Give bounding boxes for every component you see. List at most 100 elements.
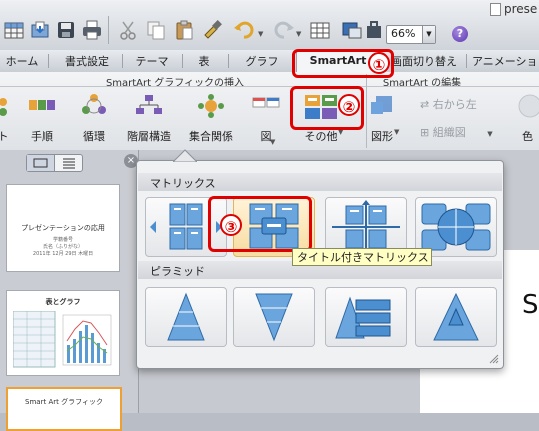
zoom-select[interactable]: 66% ▼	[386, 25, 436, 44]
tab-divider	[122, 54, 123, 68]
tab-transitions[interactable]: 画面切り替え	[386, 52, 462, 71]
tab-animations[interactable]: アニメーショ	[472, 52, 539, 71]
print-icon[interactable]	[80, 18, 104, 42]
slide-thumbnail-3[interactable]: Smart Art グラフィック	[6, 387, 122, 431]
tab-themes[interactable]: テーマ	[128, 52, 176, 71]
arrows-icon: ⇄	[420, 98, 433, 111]
tab-charts[interactable]: グラフ	[236, 52, 288, 71]
hierarchy-icon	[135, 94, 163, 118]
slide-3-title: Smart Art グラフィック	[25, 398, 103, 406]
tab-divider	[228, 54, 229, 68]
ribbon-rule	[0, 86, 539, 87]
color-wheel-icon	[514, 94, 539, 118]
inverted-pyramid-thumbnail	[255, 293, 293, 342]
chevron-down-icon: ▼	[270, 138, 276, 146]
tab-divider	[182, 54, 183, 68]
tab-format[interactable]: 書式設定	[56, 52, 118, 71]
process-icon	[28, 94, 56, 118]
document-title-text: prese	[504, 2, 538, 16]
cycle-button[interactable]: 循環	[74, 94, 114, 144]
slide-thumbnail-2[interactable]: 表とグラフ	[6, 290, 120, 376]
right-to-left-button[interactable]: ⇄ 右から左	[420, 96, 477, 112]
shape-button[interactable]: 図形 ▼	[364, 94, 400, 144]
basic-pyramid-layout[interactable]	[145, 287, 227, 347]
slides-view-icon[interactable]	[27, 155, 55, 171]
picture-icon	[252, 94, 280, 118]
resize-grip-icon[interactable]	[489, 354, 499, 364]
pyramid-list-layout[interactable]	[325, 287, 407, 347]
relationship-button-label: 集合関係	[189, 130, 233, 143]
cycle-icon	[80, 94, 108, 118]
copy-icon[interactable]	[144, 18, 168, 42]
annotation-marker-1: ①	[368, 52, 390, 74]
chevron-down-icon: ▼	[394, 128, 400, 136]
picture-button[interactable]: 図 ▼	[248, 94, 284, 146]
slide-1-title: プレゼンテーションの応用	[21, 224, 105, 232]
slide-1-sub3: 2011年 12月 29日 木曜日	[32, 251, 94, 257]
slide-2-title: 表とグラフ	[45, 298, 81, 306]
relationship-button[interactable]: 集合関係	[186, 94, 236, 144]
file-icon	[490, 3, 501, 16]
redo-icon[interactable]	[272, 18, 296, 42]
org-chart-label: 組織図	[432, 126, 466, 139]
list-button[interactable]: ト	[0, 94, 20, 144]
org-chart-icon: ⊞	[420, 126, 433, 139]
undo-dropdown-icon[interactable]: ▼	[258, 30, 263, 38]
document-title: prese	[490, 2, 537, 16]
tab-divider	[48, 54, 49, 68]
segmented-pyramid-layout[interactable]	[415, 287, 497, 347]
relationship-icon	[197, 94, 225, 118]
tab-table[interactable]: 表	[186, 52, 222, 71]
slide-title-text[interactable]: Sr	[522, 290, 539, 320]
cut-icon[interactable]	[116, 18, 140, 42]
color-button-label: 色	[522, 130, 533, 143]
slide-2-chart-image	[13, 311, 112, 368]
undo-icon[interactable]	[232, 18, 256, 42]
hierarchy-button-label: 階層構造	[127, 130, 171, 143]
chevron-down-icon: ▼	[487, 130, 493, 138]
dropdown-pointer	[173, 149, 197, 162]
list-button-label: ト	[0, 130, 9, 143]
right-to-left-label: 右から左	[432, 98, 477, 111]
save-icon[interactable]	[54, 18, 78, 42]
cycle-button-label: 循環	[83, 130, 105, 143]
color-button[interactable]: 色	[508, 94, 539, 144]
layout-tooltip: タイトル付きマトリックス	[292, 248, 432, 266]
help-button[interactable]: ?	[452, 26, 468, 42]
org-chart-button[interactable]: ⊞ 組織図 ▼	[420, 124, 493, 140]
table-icon[interactable]	[308, 18, 332, 42]
chevron-down-icon[interactable]: ▼	[422, 26, 435, 43]
hierarchy-button[interactable]: 階層構造	[124, 94, 174, 144]
zoom-value: 66%	[391, 27, 416, 40]
tab-home[interactable]: ホーム	[0, 52, 44, 71]
list-icon	[0, 94, 17, 118]
section-header-matrix: マトリックス	[138, 173, 502, 191]
standard-toolbar: prese ▼ ▼ 66% ▼ ?	[0, 0, 539, 51]
media-browser-icon[interactable]	[340, 18, 364, 42]
redo-dropdown-icon[interactable]: ▼	[296, 30, 301, 38]
open-folder-icon[interactable]	[28, 18, 52, 42]
outline-view-icon[interactable]	[55, 155, 82, 171]
view-toggle[interactable]	[26, 154, 83, 172]
annotation-marker-3: ③	[220, 214, 242, 236]
ribbon-tab-bar: ホーム 書式設定 テーマ 表 グラフ SmartArt 画面切り替え アニメーシ…	[0, 50, 539, 73]
slide-1-sub2: 氏名（ふりがな）	[42, 244, 83, 250]
annotation-marker-2: ②	[338, 94, 360, 116]
format-painter-icon[interactable]	[200, 18, 224, 42]
paste-icon[interactable]	[172, 18, 196, 42]
slide-1-sub1: 学籍番号	[52, 237, 73, 243]
section-title-pyramid: ピラミッド	[150, 265, 205, 278]
picture-button-label: 図	[260, 130, 272, 143]
tab-divider	[466, 54, 467, 68]
process-button[interactable]: 手順	[22, 94, 62, 144]
grid-icon[interactable]	[2, 18, 26, 42]
pyramid-list-thumbnail	[335, 296, 391, 339]
toolbox-icon[interactable]	[362, 18, 386, 42]
inverted-pyramid-layout[interactable]	[233, 287, 315, 347]
toolbar-separator	[108, 16, 109, 44]
segmented-pyramid-thumbnail	[433, 292, 479, 341]
slide-thumbnail-1[interactable]: プレゼンテーションの応用 学籍番号 氏名（ふりがな） 2011年 12月 29日…	[6, 184, 120, 272]
basic-pyramid-thumbnail	[167, 292, 205, 341]
process-button-label: 手順	[31, 130, 53, 143]
section-title-matrix: マトリックス	[150, 177, 216, 190]
